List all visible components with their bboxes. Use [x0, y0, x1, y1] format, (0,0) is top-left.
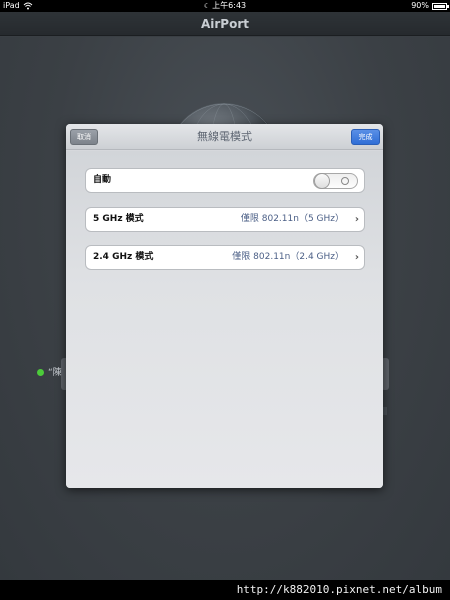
modal-body: 自動 5 GHz 模式 僅限 802.11n（5 GHz） › 2.4 GHz … — [66, 151, 383, 488]
5ghz-mode-row[interactable]: 5 GHz 模式 僅限 802.11n（5 GHz） › — [85, 207, 365, 232]
status-right: 90% — [411, 0, 449, 12]
battery-percent: 90% — [411, 1, 429, 10]
moon-icon: ☾ — [203, 2, 211, 10]
toggle-off-icon — [341, 177, 349, 185]
time-label: 上午6:43 — [212, 1, 247, 10]
app-nav-bar: AirPort — [0, 12, 450, 36]
status-time: ☾ 上午6:43 — [0, 0, 450, 12]
5ghz-mode-label: 5 GHz 模式 — [93, 214, 144, 224]
status-bar: iPad ☾ 上午6:43 90% — [0, 0, 450, 12]
toggle-knob — [314, 173, 330, 189]
app-title: AirPort — [200, 17, 249, 31]
auto-label: 自動 — [93, 175, 112, 185]
2-4ghz-mode-value: 僅限 802.11n（2.4 GHz） — [232, 252, 344, 262]
status-indicator-dot — [37, 369, 44, 376]
chevron-right-icon: › — [354, 252, 359, 263]
2-4ghz-mode-row[interactable]: 2.4 GHz 模式 僅限 802.11n（2.4 GHz） › — [85, 245, 365, 270]
auto-toggle[interactable] — [313, 173, 358, 189]
status-fragment-text: “陳 — [48, 368, 62, 378]
done-button[interactable]: 完成 — [351, 129, 380, 145]
battery-icon — [432, 2, 449, 10]
modal-title: 無線電模式 — [197, 130, 252, 143]
auto-row: 自動 — [85, 168, 365, 193]
footer-bar: http://k882010.pixnet.net/album — [0, 580, 450, 600]
5ghz-mode-value: 僅限 802.11n（5 GHz） — [240, 214, 344, 224]
modal-header: 取消 無線電模式 完成 — [66, 124, 383, 150]
2-4ghz-mode-label: 2.4 GHz 模式 — [93, 252, 154, 262]
watermark-url: http://k882010.pixnet.net/album — [236, 583, 442, 596]
chevron-right-icon: › — [354, 214, 359, 225]
radio-mode-modal: 取消 無線電模式 完成 自動 5 GHz 模式 僅限 802.11n（5 GHz… — [66, 124, 383, 488]
